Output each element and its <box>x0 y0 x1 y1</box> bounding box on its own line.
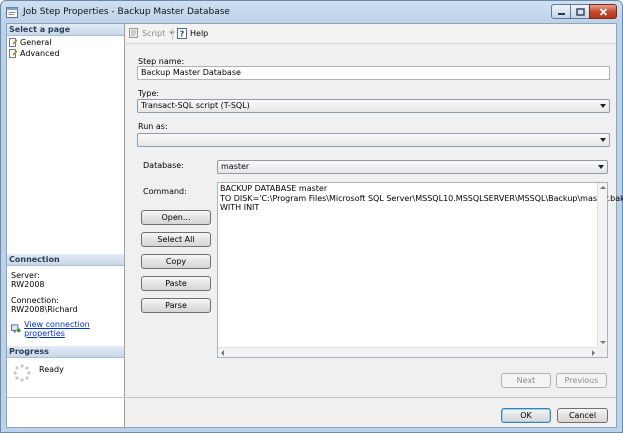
dialog-window: Job Step Properties - Backup Master Data… <box>0 0 623 433</box>
window-title: Job Step Properties - Backup Master Data… <box>23 7 230 17</box>
command-text[interactable]: BACKUP DATABASE master TO DISK='C:\Progr… <box>220 184 623 213</box>
chevron-down-icon <box>600 104 606 108</box>
scroll-right-icon[interactable] <box>592 350 595 356</box>
svg-text:?: ? <box>180 30 185 39</box>
step-name-input[interactable]: Backup Master Database <box>137 66 610 80</box>
connection-value: RW2008\Richard <box>11 305 78 314</box>
page-item-label: Advanced <box>20 49 60 58</box>
left-panel: Select a page General Advanced Connectio… <box>7 24 125 427</box>
view-connection-properties-text[interactable]: View connection properties <box>24 320 124 338</box>
maximize-button[interactable] <box>570 4 590 19</box>
scroll-down-icon[interactable] <box>600 341 606 344</box>
copy-button[interactable]: Copy <box>141 254 211 269</box>
toolbar: Script ? Help <box>126 24 616 44</box>
step-name-label: Step name: <box>138 57 185 66</box>
page-wrench-icon <box>9 49 18 58</box>
script-icon <box>129 28 138 38</box>
script-button[interactable]: Script <box>129 28 176 38</box>
type-label: Type: <box>138 89 160 98</box>
chevron-down-icon <box>598 165 604 169</box>
select-page-header: Select a page <box>7 24 124 36</box>
run-as-label: Run as: <box>138 122 168 131</box>
type-select-value: Transact-SQL script (T-SQL) <box>141 101 250 110</box>
select-all-button[interactable]: Select All <box>141 232 211 247</box>
connection-properties-icon <box>11 324 21 333</box>
vertical-scrollbar[interactable] <box>597 183 607 347</box>
page-item-general[interactable]: General <box>9 37 52 48</box>
title-bar[interactable]: Job Step Properties - Backup Master Data… <box>1 1 622 25</box>
server-value: RW2008 <box>11 280 45 289</box>
help-icon: ? <box>177 28 187 39</box>
page-item-advanced[interactable]: Advanced <box>9 48 60 59</box>
ok-button[interactable]: OK <box>501 408 551 423</box>
database-select[interactable]: master <box>217 160 608 174</box>
command-editor[interactable]: BACKUP DATABASE master TO DISK='C:\Progr… <box>217 182 623 358</box>
progress-spinner-icon <box>13 364 31 382</box>
scrollbar-corner <box>597 347 607 357</box>
database-label: Database: <box>143 161 184 170</box>
bottom-separator <box>7 397 616 398</box>
scroll-left-icon[interactable] <box>221 350 224 356</box>
page-wrench-icon <box>9 38 18 47</box>
maximize-icon <box>575 7 585 16</box>
help-label: Help <box>190 29 209 38</box>
help-button[interactable]: ? Help <box>177 28 208 39</box>
chevron-down-icon <box>600 138 606 142</box>
script-label: Script <box>142 28 166 38</box>
job-step-icon <box>6 7 18 18</box>
minimize-icon <box>557 12 565 15</box>
horizontal-scrollbar[interactable] <box>218 347 598 357</box>
parse-button[interactable]: Parse <box>141 298 211 313</box>
database-select-value: master <box>221 162 250 171</box>
run-as-select[interactable] <box>137 133 610 147</box>
type-select[interactable]: Transact-SQL script (T-SQL) <box>137 99 610 113</box>
progress-status: Ready <box>39 365 64 374</box>
toolbar-separator <box>172 28 173 40</box>
dialog-client-area: Select a page General Advanced Connectio… <box>6 23 623 428</box>
progress-header: Progress <box>7 346 124 358</box>
connection-header: Connection <box>7 254 124 266</box>
scroll-up-icon[interactable] <box>600 186 606 189</box>
close-icon <box>599 7 607 16</box>
previous-button[interactable]: Previous <box>556 373 607 388</box>
command-label: Command: <box>143 187 187 196</box>
minimize-button[interactable] <box>551 4 571 19</box>
view-connection-properties-link[interactable]: View connection properties <box>11 320 124 338</box>
open-button[interactable]: Open... <box>141 210 211 225</box>
next-button[interactable]: Next <box>501 373 551 388</box>
page-item-label: General <box>20 38 52 47</box>
close-window-button[interactable] <box>589 4 617 19</box>
cancel-button[interactable]: Cancel <box>557 408 608 423</box>
paste-button[interactable]: Paste <box>141 276 211 291</box>
